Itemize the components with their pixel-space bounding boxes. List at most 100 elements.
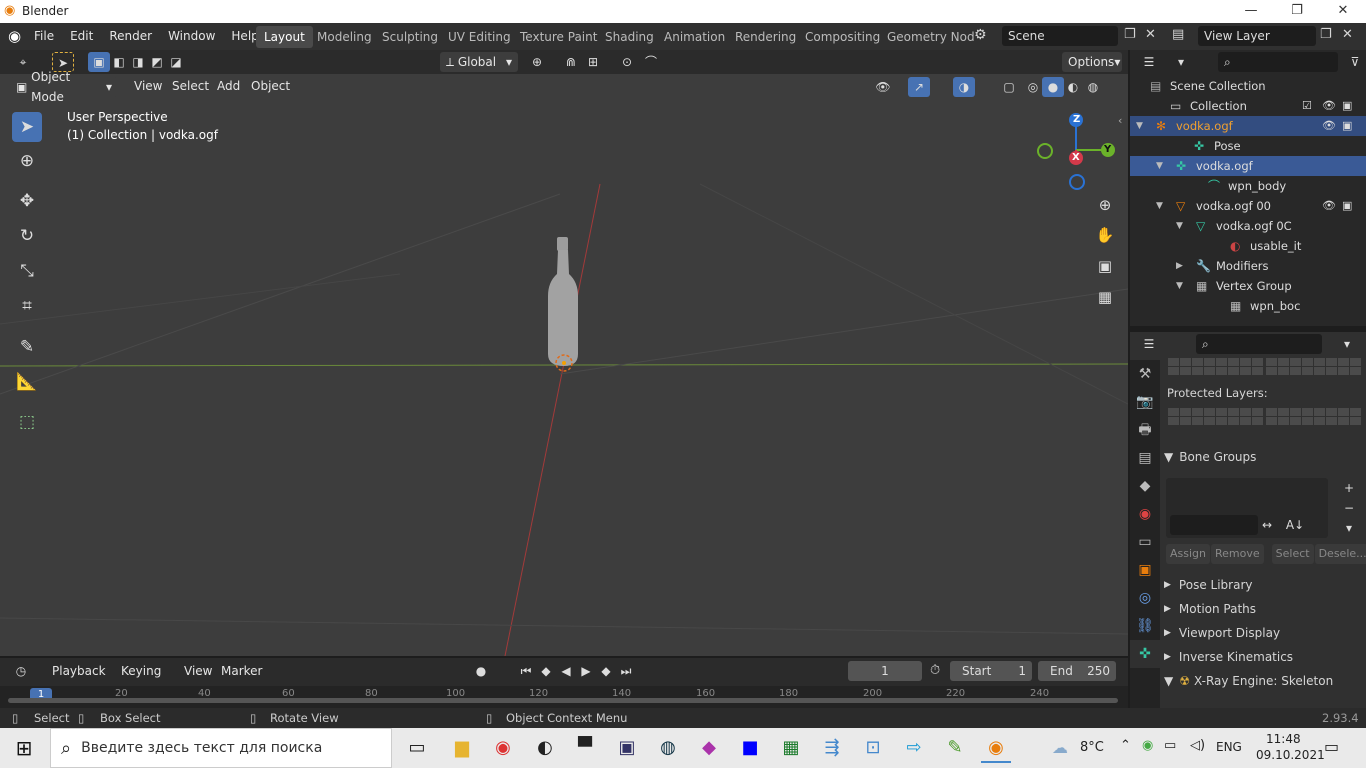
- current-frame-field[interactable]: 1: [848, 661, 922, 681]
- new-view-layer-icon[interactable]: ❐: [1320, 27, 1332, 42]
- xray-skeleton-panel[interactable]: ▼ ☢ X-Ray Engine: Skeleton: [1164, 670, 1360, 692]
- app-icon[interactable]: ⇶: [817, 733, 847, 763]
- tab-animation[interactable]: Animation: [656, 26, 733, 48]
- motion-paths-panel[interactable]: ▶ Motion Paths: [1164, 598, 1360, 620]
- app-icon[interactable]: ▣: [612, 733, 642, 763]
- scale-tool[interactable]: ⤡: [12, 256, 42, 286]
- display-mode-icon[interactable]: ▾: [1170, 52, 1192, 72]
- expand-toggle-icon[interactable]: ▼: [1156, 156, 1163, 176]
- tab-shading[interactable]: Shading: [597, 26, 662, 48]
- visibility-eye-icon[interactable]: 👁: [872, 77, 894, 97]
- snap-target-icon[interactable]: ⊞: [582, 52, 604, 72]
- perspective-grid-icon[interactable]: ▦: [1092, 284, 1118, 310]
- notepad-icon[interactable]: ✎: [940, 733, 970, 763]
- bottle-mesh[interactable]: [548, 237, 578, 366]
- menu-window[interactable]: Window: [160, 23, 223, 50]
- app-icon[interactable]: ◆: [694, 733, 724, 763]
- network-icon[interactable]: ▭: [1164, 738, 1176, 753]
- steam-icon[interactable]: ◍: [653, 733, 683, 763]
- prev-keyframe-icon[interactable]: ◆: [535, 661, 557, 681]
- mode-intersect-icon[interactable]: ◪: [165, 52, 187, 72]
- camera-icon[interactable]: ▣: [1092, 253, 1118, 279]
- object-tab-icon[interactable]: ▣: [1130, 556, 1160, 584]
- timeline-menu-marker[interactable]: Marker: [213, 658, 270, 684]
- protected-layers-grid-b[interactable]: [1266, 408, 1361, 425]
- render-tab-icon[interactable]: 📷: [1130, 388, 1160, 416]
- outliner-row[interactable]: ▶ 🔧 Modifiers: [1130, 256, 1366, 276]
- tool-tab-icon[interactable]: ⚒: [1130, 360, 1160, 388]
- blender-menu-icon[interactable]: ◉: [8, 27, 21, 45]
- delete-view-layer-icon[interactable]: ✕: [1342, 27, 1353, 42]
- menu-render[interactable]: Render: [101, 23, 160, 50]
- clock-time[interactable]: 11:48: [1266, 732, 1301, 746]
- render-camera-icon[interactable]: ▣: [1342, 96, 1352, 116]
- tab-uv-editing[interactable]: UV Editing: [440, 26, 519, 48]
- tab-rendering[interactable]: Rendering: [727, 26, 804, 48]
- jump-end-icon[interactable]: ⏭: [615, 661, 637, 681]
- select-box-tool[interactable]: ➤: [12, 112, 42, 142]
- exclude-checkbox-icon[interactable]: ☑: [1302, 96, 1312, 116]
- tab-sculpting[interactable]: Sculpting: [374, 26, 446, 48]
- options-dropdown[interactable]: Options ▾: [1062, 52, 1122, 72]
- remove-button[interactable]: Remove: [1211, 544, 1264, 564]
- move-tool[interactable]: ✥: [12, 186, 42, 216]
- outliner-row[interactable]: ▤ Scene Collection: [1130, 76, 1366, 96]
- outliner-row[interactable]: ◐ usable_it: [1130, 236, 1366, 256]
- blender-taskbar-icon[interactable]: ◉: [981, 733, 1011, 763]
- file-explorer-icon[interactable]: ▆: [447, 733, 477, 763]
- expand-toggle-icon[interactable]: ▼: [1136, 116, 1143, 136]
- deselect-button[interactable]: Desele...: [1314, 544, 1366, 564]
- bone-layers-grid-b[interactable]: [1266, 358, 1361, 375]
- tab-compositing[interactable]: Compositing: [797, 26, 888, 48]
- outliner-row[interactable]: ⌒ wpn_body: [1130, 176, 1366, 196]
- windows-start-icon[interactable]: ⊞: [9, 733, 39, 763]
- outliner-search-input[interactable]: ⌕: [1218, 52, 1338, 72]
- proportional-edit-icon[interactable]: ⊙: [616, 52, 638, 72]
- expand-toggle-icon[interactable]: ▼: [1156, 196, 1163, 216]
- menu-file[interactable]: File: [26, 23, 62, 50]
- collection-tab-icon[interactable]: ▭: [1130, 528, 1160, 556]
- remove-icon[interactable]: −: [1338, 498, 1360, 518]
- next-keyframe-icon[interactable]: ◆: [595, 661, 617, 681]
- pivot-icon[interactable]: ⊕: [526, 52, 548, 72]
- taskbar-search-box[interactable]: ⌕ Введите здесь текст для поиска: [50, 728, 392, 768]
- 3d-viewport[interactable]: ➤ ⊕ ✥ ↻ ⤡ ⌗ ✎ 📐 ⬚ User Perspective (1) C…: [0, 74, 1128, 656]
- end-frame-field[interactable]: End 250: [1038, 661, 1116, 681]
- bone-layers-grid-a[interactable]: [1168, 358, 1263, 375]
- new-scene-icon[interactable]: ❐: [1124, 27, 1136, 42]
- play-icon[interactable]: ▶: [575, 661, 597, 681]
- sort-width-icon[interactable]: ↔: [1256, 515, 1278, 535]
- assign-button[interactable]: Assign: [1166, 544, 1210, 564]
- viewport-display-panel[interactable]: ▶ Viewport Display: [1164, 622, 1360, 644]
- pose-library-panel[interactable]: ▶ Pose Library: [1164, 574, 1360, 596]
- weather-cloud-icon[interactable]: ☁: [1052, 738, 1068, 757]
- falloff-icon[interactable]: ⌒: [640, 52, 662, 72]
- render-camera-icon[interactable]: ▣: [1342, 116, 1352, 136]
- timeline-menu-keying[interactable]: Keying: [113, 658, 169, 684]
- add-icon[interactable]: +: [1338, 478, 1360, 498]
- visibility-eye-icon[interactable]: 👁: [1322, 196, 1336, 216]
- chevron-down-icon[interactable]: ▾: [1336, 334, 1358, 354]
- constraint-tab-icon[interactable]: ⛓: [1130, 612, 1160, 640]
- sidebar-toggle-icon[interactable]: ‹: [1118, 114, 1122, 127]
- scene-selector-icon[interactable]: ⚙: [974, 27, 987, 43]
- outliner-row[interactable]: ▦ wpn_boc: [1130, 296, 1366, 316]
- protected-layers-grid-a[interactable]: [1168, 408, 1263, 425]
- play-reverse-icon[interactable]: ◀: [555, 661, 577, 681]
- properties-search-input[interactable]: ⌕: [1196, 334, 1322, 354]
- delete-scene-icon[interactable]: ✕: [1145, 27, 1156, 42]
- cursor-tool[interactable]: ⊕: [12, 146, 42, 176]
- expand-toggle-icon[interactable]: ▼: [1176, 216, 1183, 236]
- add-cube-tool[interactable]: ⬚: [12, 407, 42, 437]
- render-camera-icon[interactable]: ▣: [1342, 196, 1352, 216]
- outliner-row[interactable]: ▼ ▦ Vertex Group: [1130, 276, 1366, 296]
- tab-geometry-nodes[interactable]: Geometry Nod: [879, 26, 983, 48]
- task-view-icon[interactable]: ▭: [402, 733, 432, 763]
- tray-app-icon[interactable]: ◉: [1142, 738, 1153, 753]
- outliner-editor-icon[interactable]: ☰: [1138, 52, 1160, 72]
- minimize-button[interactable]: —: [1228, 0, 1274, 23]
- tab-modeling[interactable]: Modeling: [309, 26, 380, 48]
- rotate-tool[interactable]: ↻: [12, 221, 42, 251]
- bone-group-filter-input[interactable]: [1170, 515, 1258, 535]
- mode-dropdown[interactable]: ▣ Object Mode ▾: [10, 70, 118, 104]
